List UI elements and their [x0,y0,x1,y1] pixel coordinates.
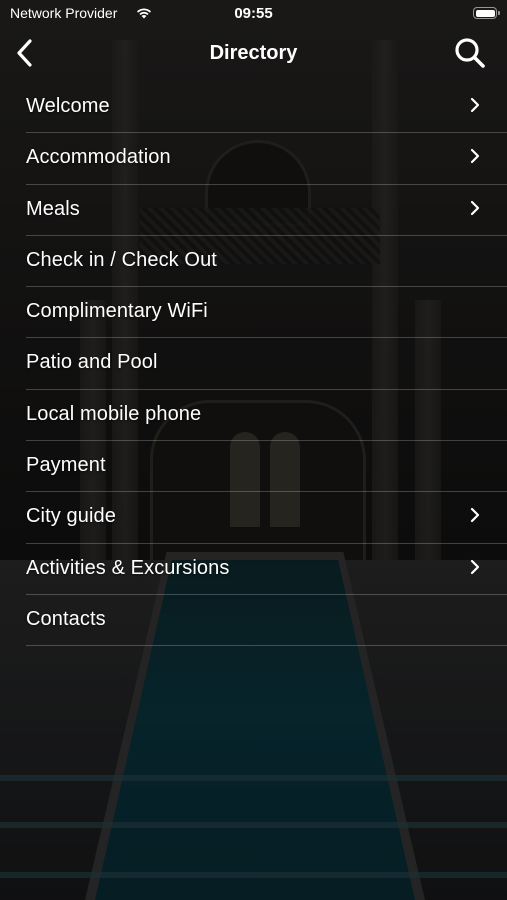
list-item-contacts[interactable]: Contacts [26,595,507,647]
status-bar: Network Provider 09:55 [0,0,507,28]
list-item-label: Local mobile phone [26,402,202,425]
chevron-right-icon [470,559,480,574]
list-item-welcome[interactable]: Welcome [26,82,507,134]
list-item-label: Meals [26,197,80,220]
list-item-complimentary-wifi[interactable]: Complimentary WiFi [26,287,507,339]
chevron-right-icon [470,149,480,164]
list-item-activities-excursions[interactable]: Activities & Excursions [26,544,507,595]
list-item-patio-and-pool[interactable]: Patio and Pool [26,338,507,390]
status-time: 09:55 [234,5,273,22]
chevron-right-icon [470,508,480,523]
list-item-city-guide[interactable]: City guide [26,492,507,544]
battery-full-icon [473,7,500,19]
list-item-label: City guide [26,505,116,528]
list-item-label: Accommodation [26,146,171,169]
search-icon[interactable] [453,35,487,71]
list-item-label: Patio and Pool [26,351,158,374]
list-item-label: Contacts [26,607,106,630]
chevron-right-icon [470,200,480,215]
list-item-check-in-check-out[interactable]: Check in / Check Out [26,236,507,288]
list-item-label: Payment [26,454,106,477]
page-title: Directory [209,42,298,64]
list-item-local-mobile-phone[interactable]: Local mobile phone [26,390,507,442]
chevron-right-icon [470,97,480,113]
list-item-label: Check in / Check Out [26,248,217,271]
directory-list: Welcome Accommodation Meals Check in / C… [0,82,507,647]
list-item-label: Welcome [26,95,110,117]
list-item-accommodation[interactable]: Accommodation [26,133,507,185]
list-item-meals[interactable]: Meals [26,185,507,236]
list-item-label: Activities & Excursions [26,556,230,579]
chevron-left-icon[interactable] [10,35,42,71]
navigation-bar: Directory [0,30,507,76]
list-item-label: Complimentary WiFi [26,300,208,323]
list-item-payment[interactable]: Payment [26,441,507,493]
